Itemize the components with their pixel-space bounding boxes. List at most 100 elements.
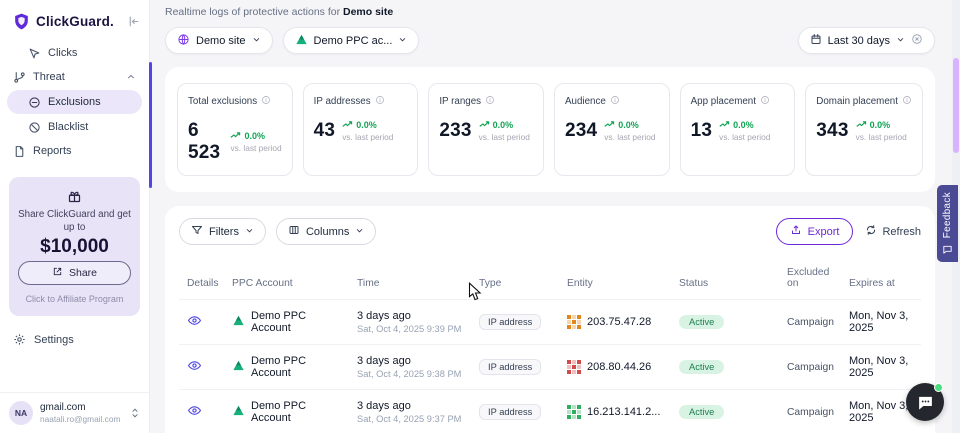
funnel-icon [191, 224, 203, 239]
entity-value[interactable]: 16.213.141.2... [587, 406, 660, 418]
col-ppc-account[interactable]: PPC Account [224, 259, 349, 300]
stat-delta: 0.0% [870, 120, 891, 130]
sidebar-item-settings[interactable]: Settings [0, 326, 149, 353]
stat-delta: 0.0% [618, 120, 639, 130]
entity-value[interactable]: 208.80.44.26 [587, 361, 651, 373]
collapse-sidebar-icon[interactable] [127, 15, 140, 28]
entity-identicon [567, 405, 581, 419]
chevron-down-icon [245, 226, 254, 238]
calendar-icon [810, 33, 822, 48]
sidebar-item-clicks[interactable]: Clicks [0, 41, 149, 65]
circle-minus-icon [28, 96, 41, 109]
col-entity[interactable]: Entity [559, 259, 671, 300]
stat-value: 6 523 [188, 120, 223, 164]
chevron-down-icon [252, 35, 261, 47]
chat-launcher-button[interactable] [906, 383, 944, 421]
share-button[interactable]: Share [18, 261, 131, 285]
logo: ClickGuard. [0, 0, 149, 41]
col-excluded-on[interactable]: Excluded on [779, 259, 841, 300]
view-details-button[interactable] [187, 403, 202, 418]
export-label: Export [808, 226, 840, 238]
sidebar-item-label: Blacklist [48, 120, 88, 134]
stat-card-app-placement: App placement 13 0.0%vs. last period [680, 83, 796, 176]
date-range-label: Last 30 days [828, 35, 890, 47]
feedback-label: Feedback [942, 192, 953, 238]
time-absolute: Sat, Oct 4, 2025 9:37 PM [357, 414, 463, 424]
stat-value: 234 [565, 120, 597, 142]
col-time[interactable]: Time [349, 259, 471, 300]
subtitle-text: Realtime logs of protective actions for [165, 6, 343, 18]
document-icon [13, 145, 26, 158]
expires-at: Mon, Nov 3, 2025 [841, 300, 921, 345]
stat-label: Audience [565, 96, 606, 107]
table-toolbar: Filters Columns Export Refresh [179, 218, 921, 245]
stat-label: App placement [691, 96, 756, 107]
trend-up-icon [479, 120, 490, 130]
stat-value: 13 [691, 120, 713, 142]
time-absolute: Sat, Oct 4, 2025 9:39 PM [357, 324, 463, 334]
user-menu[interactable]: NA gmail.com naatali.ro@gmail.com [0, 392, 149, 433]
type-badge: IP address [479, 314, 541, 330]
filters-button[interactable]: Filters [179, 218, 266, 245]
stat-label: IP addresses [314, 96, 371, 107]
date-range-filter[interactable]: Last 30 days [798, 27, 935, 54]
entity-identicon [567, 315, 581, 329]
info-icon[interactable] [610, 95, 620, 108]
chat-bubble-icon [917, 394, 934, 411]
page-subtitle: Realtime logs of protective actions for … [165, 6, 935, 18]
excluded-on: Campaign [779, 300, 841, 345]
entity-identicon [567, 360, 581, 374]
info-icon[interactable] [485, 95, 495, 108]
account-filter[interactable]: Demo PPC ac... [283, 27, 420, 54]
subtitle-site-name: Demo site [343, 6, 393, 18]
ppc-account-icon [232, 314, 245, 330]
scrollbar-thumb[interactable] [953, 58, 959, 153]
col-details[interactable]: Details [179, 259, 224, 300]
info-icon[interactable] [902, 95, 912, 108]
globe-icon [177, 33, 190, 49]
entity-value[interactable]: 203.75.47.28 [587, 316, 651, 328]
stat-period: vs. last period [604, 132, 655, 142]
gift-icon [67, 196, 82, 207]
trend-up-icon [342, 120, 353, 130]
export-button[interactable]: Export [776, 218, 854, 245]
status-badge: Active [679, 315, 724, 329]
view-details-button[interactable] [187, 358, 202, 373]
feedback-tab[interactable]: Feedback [937, 185, 958, 262]
filter-bar: Demo site Demo PPC ac... Last 30 days [165, 27, 935, 54]
view-details-button[interactable] [187, 313, 202, 328]
table-row: Demo PPC Account 3 days agoSat, Oct 4, 2… [179, 345, 921, 390]
columns-button[interactable]: Columns [276, 218, 376, 245]
info-icon[interactable] [760, 95, 770, 108]
sidebar-item-label: Reports [33, 144, 72, 158]
chevron-down-icon [896, 35, 905, 47]
chevron-updown-icon [130, 407, 140, 419]
site-filter[interactable]: Demo site [165, 27, 273, 54]
gear-icon [13, 333, 26, 346]
affiliate-link[interactable]: Click to Affiliate Program [18, 293, 131, 306]
col-expires-at[interactable]: Expires at [841, 259, 921, 300]
sidebar-item-threat[interactable]: Threat [0, 65, 149, 89]
sidebar-item-exclusions[interactable]: Exclusions [7, 90, 142, 114]
logs-table-panel: Filters Columns Export Refresh [165, 206, 935, 433]
trend-up-icon [230, 131, 241, 141]
refresh-button[interactable]: Refresh [865, 224, 921, 239]
ppc-account-icon [232, 359, 245, 375]
sidebar-item-reports[interactable]: Reports [0, 139, 149, 163]
account-filter-label: Demo PPC ac... [314, 35, 393, 47]
info-icon[interactable] [375, 95, 385, 108]
status-badge: Active [679, 360, 724, 374]
col-status[interactable]: Status [671, 259, 779, 300]
col-type[interactable]: Type [471, 259, 559, 300]
user-name: gmail.com [40, 402, 120, 414]
user-email: naatali.ro@gmail.com [40, 414, 120, 424]
sidebar-item-blacklist[interactable]: Blacklist [0, 115, 149, 139]
sidebar-item-label: Clicks [48, 46, 77, 60]
expires-at: Mon, Nov 3, 2025 [841, 345, 921, 390]
share-label: Share [69, 267, 97, 279]
clear-filter-icon[interactable] [911, 33, 923, 48]
ppc-account-icon [295, 33, 308, 49]
account-name: Demo PPC Account [251, 310, 341, 334]
stat-label: Domain placement [816, 96, 898, 107]
info-icon[interactable] [261, 95, 271, 108]
